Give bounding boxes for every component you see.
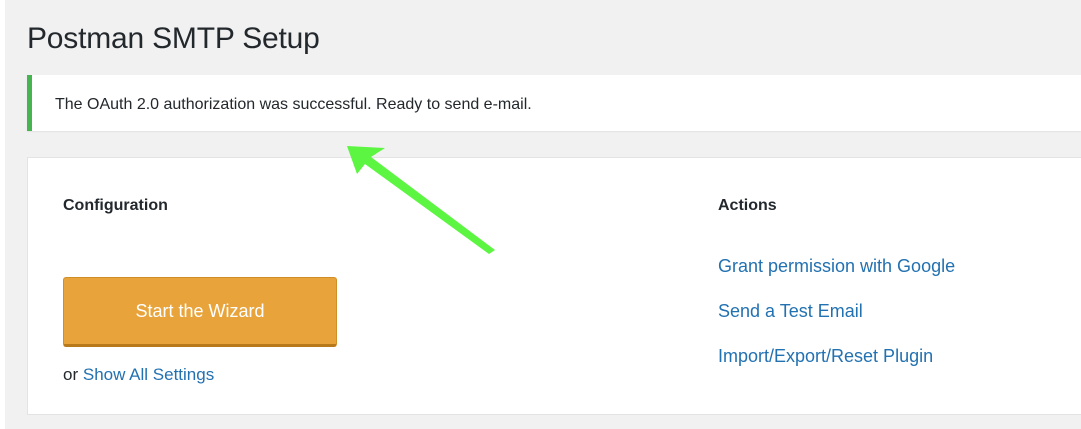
- show-all-settings-link[interactable]: Show All Settings: [83, 365, 214, 384]
- setup-panel: Configuration Start the Wizard or Show A…: [27, 157, 1081, 415]
- start-wizard-button[interactable]: Start the Wizard: [63, 277, 337, 347]
- page-title: Postman SMTP Setup: [27, 22, 320, 55]
- grant-permission-google-link[interactable]: Grant permission with Google: [718, 256, 955, 277]
- success-notice: The OAuth 2.0 authorization was successf…: [27, 75, 1081, 131]
- actions-heading: Actions: [718, 197, 777, 214]
- or-prefix: or: [63, 365, 79, 384]
- send-test-email-link[interactable]: Send a Test Email: [718, 301, 863, 322]
- admin-content: Postman SMTP Setup The OAuth 2.0 authori…: [5, 0, 1081, 429]
- import-export-reset-link[interactable]: Import/Export/Reset Plugin: [718, 346, 933, 367]
- notice-message: The OAuth 2.0 authorization was successf…: [55, 96, 532, 113]
- configuration-heading: Configuration: [63, 197, 168, 214]
- show-all-settings-line: or Show All Settings: [63, 365, 214, 385]
